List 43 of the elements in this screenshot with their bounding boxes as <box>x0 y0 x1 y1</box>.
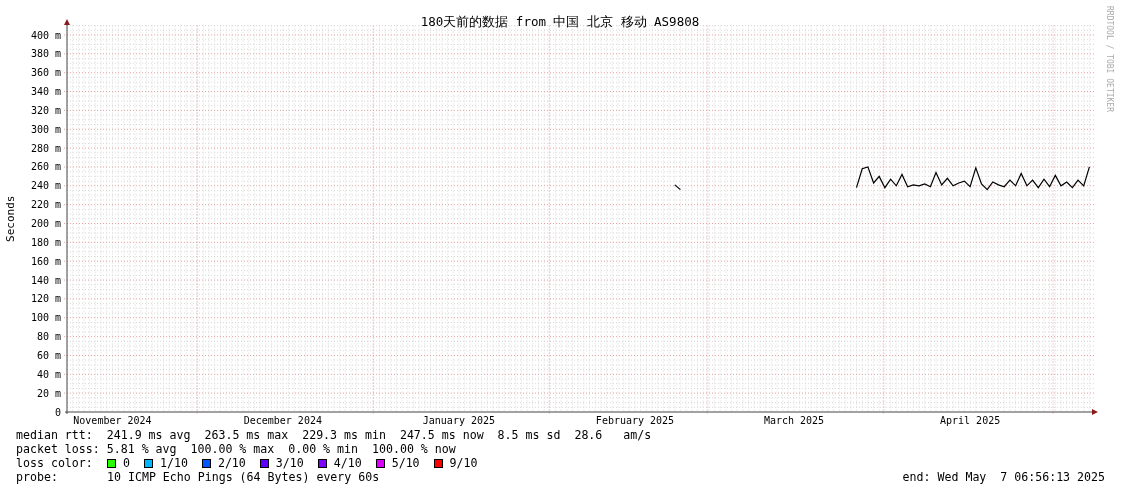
axis-tick-label: 80 m <box>36 331 61 343</box>
axis-tick-label: 120 m <box>30 293 61 305</box>
watermark-text: RRDTOOL / TOBI OETIKER <box>1105 6 1114 112</box>
axis-tick-label: 300 m <box>30 123 61 135</box>
legend-text: 1/10 <box>160 456 188 470</box>
legend-label: loss color: <box>16 456 94 470</box>
legend-text: median rtt: 241.9 ms avg 263.5 ms max 229.3 ms min 247.5 ms now 8.5 ms sd 28.6 am/s <box>16 428 652 442</box>
axis-tick-label: 240 m <box>30 180 61 192</box>
axis-tick-label: 140 m <box>30 274 61 286</box>
axis-tick-label: 60 m <box>36 349 61 361</box>
axis-tick-label: 40 m <box>36 368 61 380</box>
axis-tick-label: 100 m <box>30 312 61 324</box>
axis-tick-label: 20 m <box>36 387 61 399</box>
end-time-text: end: Wed May 7 06:56:13 2025 <box>902 470 1105 484</box>
axis-tick-label: April 2025 <box>940 415 1001 426</box>
axis-tick-label: December 2024 <box>243 415 322 426</box>
axis-tick-label: January 2025 <box>422 415 496 426</box>
axis-tick-label: 380 m <box>30 48 61 60</box>
legend-text: 5/10 <box>391 456 420 470</box>
axis-tick-label: 0 <box>54 406 61 418</box>
axis-tick-label: 180 m <box>30 236 61 248</box>
legend-label: probe: <box>16 470 59 484</box>
legend-text: 4/10 <box>333 456 362 470</box>
axis-tick-label: 220 m <box>30 199 61 211</box>
axis-tick-label: 340 m <box>30 86 61 98</box>
axis-tick-label: 400 m <box>30 29 61 41</box>
chart-title: 180天前的数据 from 中国 北京 移动 AS9808 <box>420 14 700 29</box>
axis-title: Seconds <box>4 195 17 242</box>
legend-text: 0 <box>123 456 130 470</box>
axis-tick-label: 200 m <box>30 218 61 229</box>
axis-tick-label: February 2025 <box>595 415 675 426</box>
axis-tick-label: 360 m <box>30 67 61 79</box>
legend-text: packet loss: 5.81 % avg 100.00 % max 0.00 % min 100.00 % now <box>16 442 456 456</box>
legend-text: 10 ICMP Echo Pings (64 Bytes) every 60s <box>107 470 380 484</box>
axis-tick-label: 320 m <box>30 104 61 116</box>
legend-text: 9/10 <box>449 456 478 470</box>
axis-tick-label: March 2025 <box>763 415 825 426</box>
axis-tick-label: 160 m <box>30 255 61 267</box>
axis-tick-label: 280 m <box>30 142 61 154</box>
legend-text: 3/10 <box>275 456 304 470</box>
legend-text: 2/10 <box>217 456 246 470</box>
axis-tick-label: 260 m <box>30 161 61 173</box>
axis-tick-label: November 2024 <box>73 415 152 426</box>
